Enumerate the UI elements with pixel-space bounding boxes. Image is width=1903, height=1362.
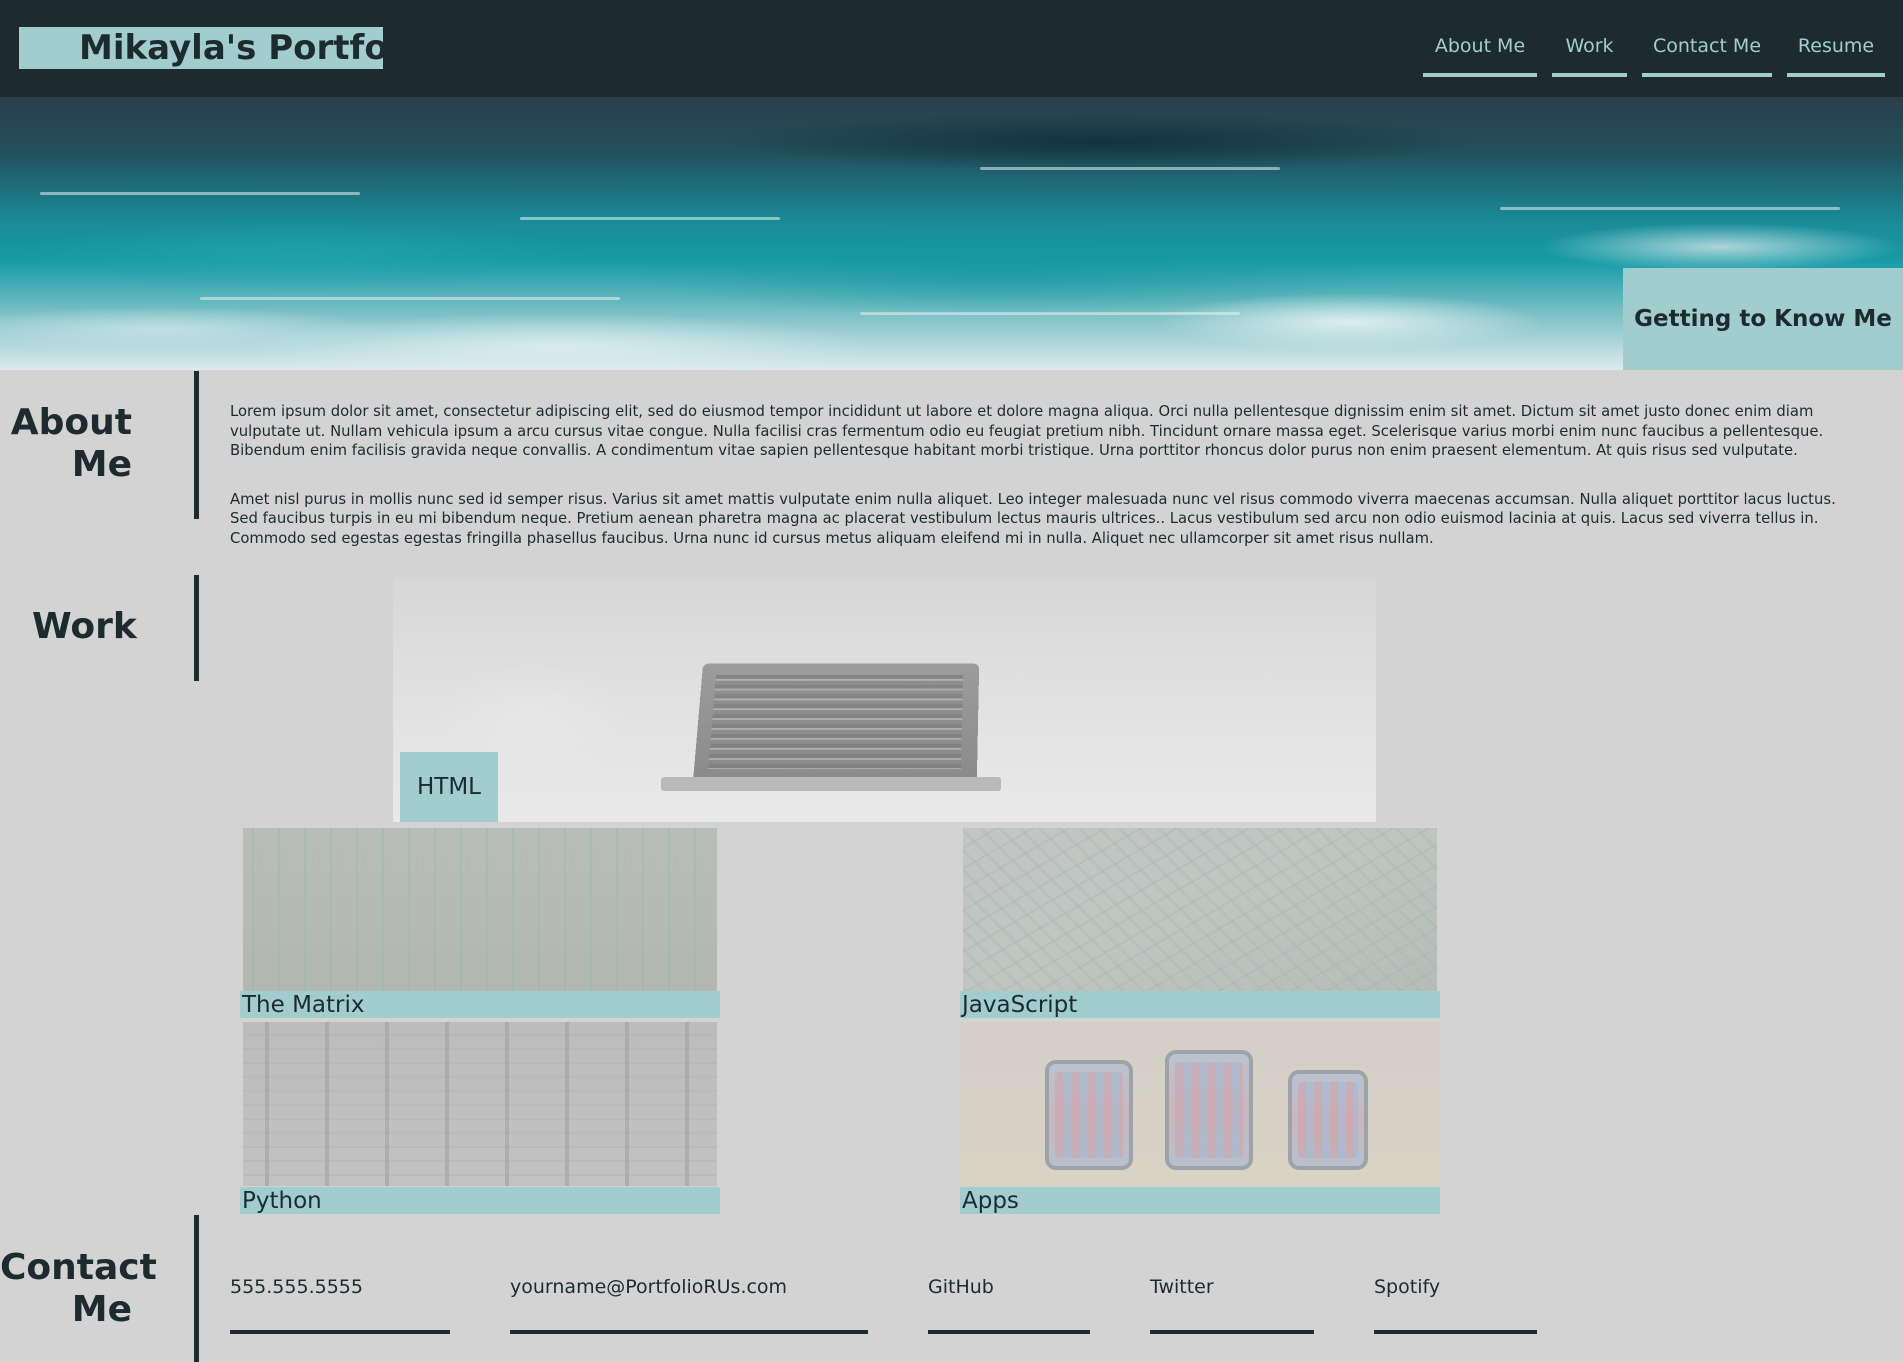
contact-heading-line1: Contact	[0, 1247, 157, 1288]
project-image-circuit-board	[963, 828, 1437, 991]
main-nav: About Me Work Contact Me Resume	[1408, 30, 1885, 77]
wave-streak	[860, 312, 1240, 315]
phone-image	[1165, 1050, 1253, 1170]
wave-streak	[520, 217, 780, 220]
contact-heading-line2: Me	[71, 1289, 132, 1330]
wave-streak	[1500, 207, 1840, 210]
project-image-laptop	[393, 577, 1376, 822]
contact-phone-link[interactable]: 555.555.5555	[230, 1272, 450, 1334]
contact-spotify-link[interactable]: Spotify	[1374, 1272, 1537, 1334]
project-card-apps[interactable]: Apps	[960, 1022, 1440, 1214]
about-heading-line2: Me	[71, 444, 132, 485]
site-title[interactable]: Mikayla's Portfolio	[19, 27, 383, 69]
project-card-javascript[interactable]: JavaScript	[960, 828, 1440, 1018]
nav-work[interactable]: Work	[1552, 30, 1627, 77]
nav-resume[interactable]: Resume	[1787, 30, 1885, 77]
nav-about-me[interactable]: About Me	[1423, 30, 1537, 77]
project-card-html[interactable]: HTML	[393, 577, 1376, 822]
contact-heading: Contact Me	[0, 1247, 198, 1331]
project-image-matrix	[243, 828, 717, 991]
hero-ocean-image: Getting to Know Me	[0, 97, 1903, 370]
laptop-base	[661, 777, 1001, 791]
project-label: Apps	[960, 1187, 1440, 1214]
about-body: Lorem ipsum dolor sit amet, consectetur …	[230, 402, 1850, 577]
project-image-server-rack	[243, 1022, 717, 1186]
nav-contact-me[interactable]: Contact Me	[1642, 30, 1772, 77]
contact-email-link[interactable]: yourname@PortfolioRUs.com	[510, 1272, 868, 1334]
hero-badge: Getting to Know Me	[1623, 268, 1903, 370]
work-divider	[194, 575, 199, 681]
project-label: HTML	[400, 752, 498, 822]
project-card-the-matrix[interactable]: The Matrix	[240, 828, 720, 1018]
phone-image	[1045, 1060, 1133, 1170]
project-label: The Matrix	[240, 991, 720, 1018]
wave-streak	[40, 192, 360, 195]
contact-github-link[interactable]: GitHub	[928, 1272, 1090, 1334]
contact-twitter-link[interactable]: Twitter	[1150, 1272, 1314, 1334]
site-header: Mikayla's Portfolio About Me Work Contac…	[0, 0, 1903, 97]
wave-streak	[980, 167, 1280, 170]
project-image-phones	[960, 1022, 1440, 1188]
work-heading: Work	[32, 606, 137, 647]
about-heading-line1: About	[10, 402, 132, 443]
about-paragraph: Lorem ipsum dolor sit amet, consectetur …	[230, 403, 1824, 459]
project-label: Python	[240, 1187, 720, 1214]
project-card-python[interactable]: Python	[240, 1022, 720, 1214]
phone-image	[1288, 1070, 1368, 1170]
wave-streak	[200, 297, 620, 300]
about-heading: About Me	[0, 402, 198, 486]
laptop-screen	[692, 663, 980, 785]
contact-divider	[194, 1215, 199, 1362]
project-label: JavaScript	[960, 991, 1440, 1018]
about-paragraph: Amet nisl purus in mollis nunc sed id se…	[230, 490, 1836, 547]
about-divider	[194, 371, 199, 519]
